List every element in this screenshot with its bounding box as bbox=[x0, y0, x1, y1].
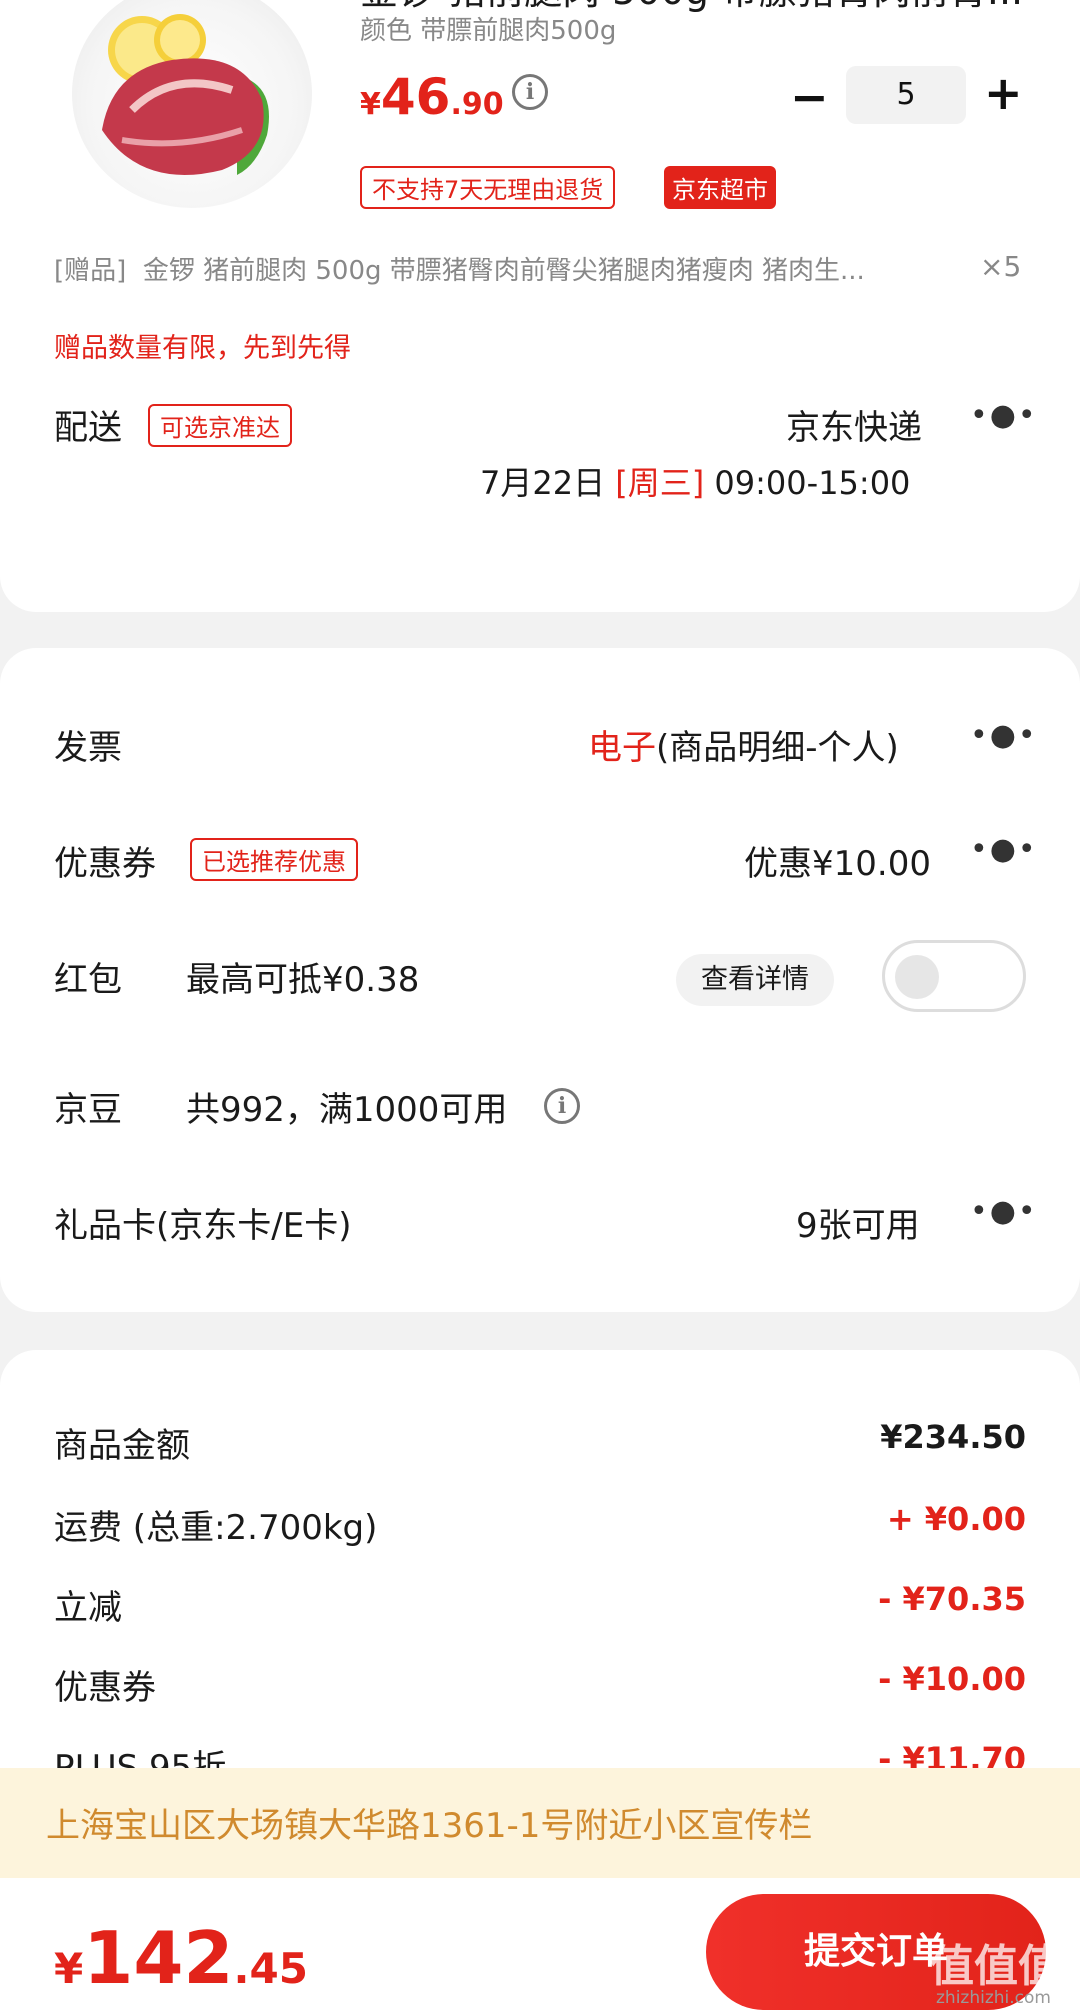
gift-label: [赠品] bbox=[54, 256, 127, 286]
summary-row-value: - ¥10.00 bbox=[878, 1660, 1026, 1698]
coupon-value[interactable]: 优惠¥10.00 bbox=[744, 836, 931, 885]
delivery-label: 配送 bbox=[54, 408, 122, 448]
delivery-window: 09:00-15:00 bbox=[714, 464, 911, 502]
gift-quantity: ×5 bbox=[980, 250, 1022, 283]
coupon-recommend-tag: 已选推荐优惠 bbox=[190, 838, 358, 881]
gift-card-more-icon[interactable]: •●• bbox=[970, 1194, 1038, 1229]
invoice-more-icon[interactable]: •●• bbox=[970, 718, 1038, 753]
product-image[interactable] bbox=[72, 0, 312, 208]
price-integer: 46 bbox=[380, 68, 451, 126]
delivery-date: 7月22日 bbox=[480, 464, 606, 502]
jd-beans-info-icon[interactable]: i bbox=[544, 1088, 580, 1124]
watermark-logo: 值值值 bbox=[930, 1941, 1062, 1992]
quantity-input[interactable]: 5 bbox=[846, 66, 966, 124]
red-packet-label: 红包 bbox=[54, 960, 122, 1000]
summary-row-label: 运费 (总重:2.700kg) bbox=[54, 1508, 378, 1548]
total-integer: 142 bbox=[83, 1916, 234, 2000]
no-return-tag: 不支持7天无理由退货 bbox=[360, 166, 616, 209]
delivery-carrier[interactable]: 京东快递 bbox=[786, 400, 922, 449]
price-decimal: .90 bbox=[450, 87, 504, 122]
gift-item: [赠品] 金锣 猪前腿肉 500g 带膘猪臀肉前臀尖猪腿肉猪瘦肉 猪肉生... bbox=[54, 250, 865, 287]
bottom-bar: ¥142.45 提交订单 值值值 zhizhizhi.com bbox=[0, 1878, 1080, 2015]
product-price: ¥46.90 bbox=[360, 68, 504, 126]
invoice-type: 电子 bbox=[588, 728, 656, 768]
invoice-value[interactable]: 电子(商品明细-个人) bbox=[588, 720, 899, 769]
coupon-label: 优惠券 bbox=[54, 844, 156, 884]
summary-row-label: 立减 bbox=[54, 1588, 122, 1628]
jd-beans-label: 京豆 bbox=[54, 1090, 122, 1130]
summary-row-value: + ¥0.00 bbox=[886, 1500, 1026, 1538]
product-card: 金锣 猪前腿肉 500g 带膘猪臀肉前臀... 颜色 带膘前腿肉500g ¥46… bbox=[0, 0, 1080, 612]
summary-row-value: ¥234.50 bbox=[880, 1418, 1026, 1456]
price-currency: ¥ bbox=[360, 87, 381, 122]
red-packet-detail-button[interactable]: 查看详情 bbox=[676, 954, 834, 1006]
invoice-label: 发票 bbox=[54, 728, 122, 768]
invoice-detail: (商品明细-个人) bbox=[656, 728, 899, 768]
quantity-plus-button[interactable]: + bbox=[984, 66, 1023, 120]
coupon-more-icon[interactable]: •●• bbox=[970, 832, 1038, 867]
delivery-more-icon[interactable]: •●• bbox=[970, 398, 1038, 433]
toggle-knob bbox=[895, 955, 939, 999]
summary-row-value: - ¥70.35 bbox=[878, 1580, 1026, 1618]
gift-card-value[interactable]: 9张可用 bbox=[796, 1198, 920, 1247]
total-price: ¥142.45 bbox=[54, 1916, 308, 2000]
red-packet-toggle[interactable] bbox=[882, 940, 1026, 1012]
delivery-time[interactable]: 7月22日 [周三] 09:00-15:00 bbox=[480, 458, 910, 504]
watermark-url: zhizhizhi.com bbox=[936, 1988, 1051, 2008]
gift-note: 赠品数量有限，先到先得 bbox=[54, 333, 351, 364]
delivery-weekday: [周三] bbox=[615, 464, 705, 502]
delivery-option-tag[interactable]: 可选京准达 bbox=[148, 404, 292, 447]
address-bar[interactable]: 上海宝山区大场镇大华路1361-1号附近小区宣传栏 bbox=[0, 1768, 1080, 1878]
jd-beans-desc: 共992，满1000可用 bbox=[186, 1090, 508, 1130]
price-info-icon[interactable]: i bbox=[512, 74, 548, 110]
gift-card-label: 礼品卡(京东卡/E卡) bbox=[54, 1206, 352, 1246]
address-text: 上海宝山区大场镇大华路1361-1号附近小区宣传栏 bbox=[46, 1806, 813, 1846]
summary-row-label: 优惠券 bbox=[54, 1668, 156, 1708]
product-spec[interactable]: 颜色 带膘前腿肉500g bbox=[360, 10, 616, 47]
red-packet-desc: 最高可抵¥0.38 bbox=[186, 960, 420, 1000]
total-decimal: .45 bbox=[233, 1944, 308, 1993]
quantity-minus-button[interactable]: − bbox=[790, 70, 829, 124]
gift-name: 金锣 猪前腿肉 500g 带膘猪臀肉前臀尖猪腿肉猪瘦肉 猪肉生... bbox=[142, 256, 865, 286]
total-currency: ¥ bbox=[54, 1944, 84, 1993]
jd-supermarket-tag: 京东超市 bbox=[664, 166, 776, 209]
summary-row-label: 商品金额 bbox=[54, 1426, 190, 1466]
